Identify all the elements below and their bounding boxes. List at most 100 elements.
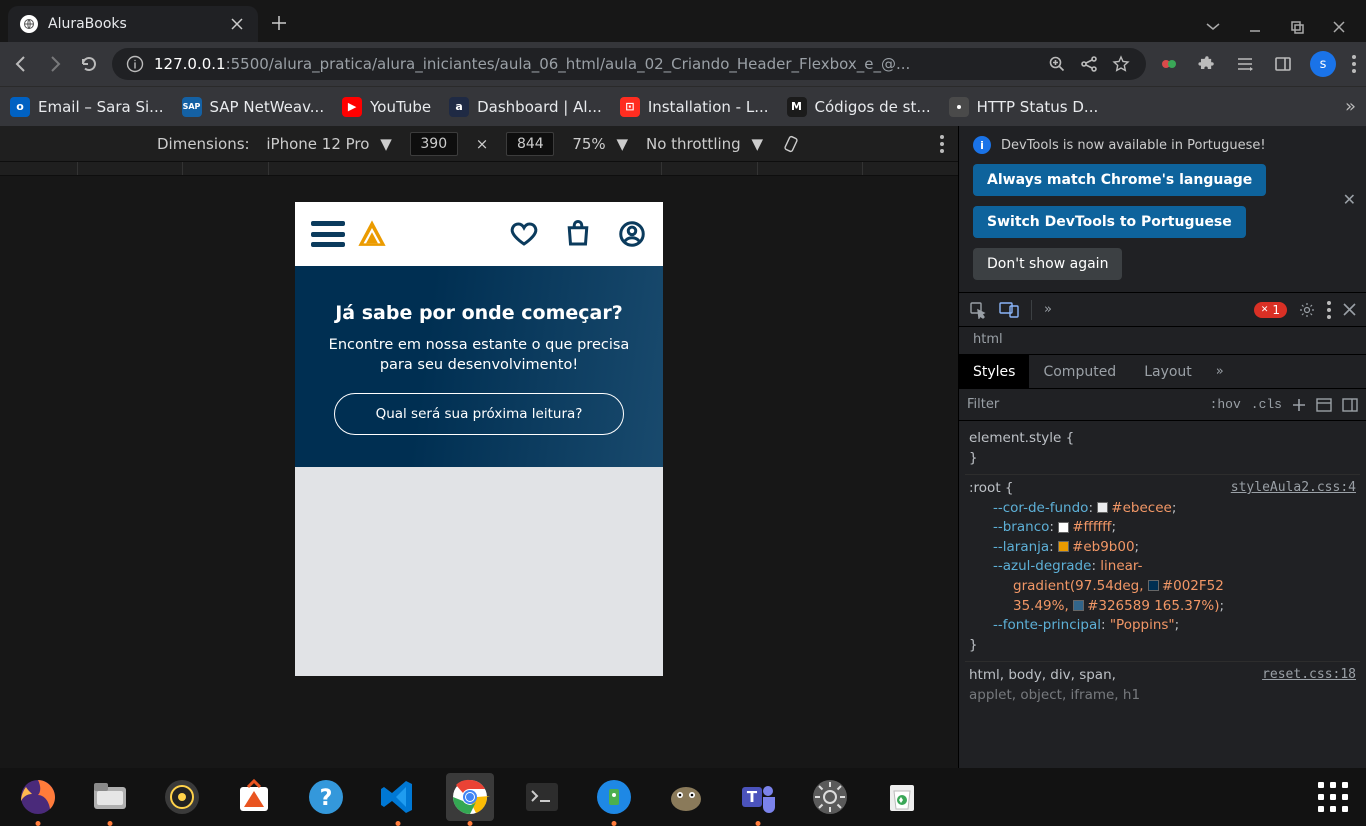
app-trash[interactable] [878,773,926,821]
app-terminal[interactable] [518,773,566,821]
elements-breadcrumb[interactable]: html [959,327,1366,355]
hamburger-menu-button[interactable] [311,221,345,247]
window-controls [1206,20,1352,34]
url-text: 127.0.0.1:5500/alura_pratica/alura_inici… [154,55,1036,73]
svg-text:?: ? [320,786,333,811]
source-link[interactable]: styleAula2.css:4 [1231,479,1356,498]
zoom-selector[interactable]: 75% ▼ [572,135,628,153]
throttling-selector[interactable]: No throttling ▼ [646,135,763,153]
new-style-rule-button[interactable] [1292,398,1306,412]
side-panel-icon[interactable] [1272,53,1294,75]
reload-button[interactable] [78,53,100,75]
toolbar-actions: s [1158,51,1356,77]
bag-icon[interactable] [563,219,593,249]
window-close-button[interactable] [1332,20,1352,34]
devtools-toolbar: » 1 [959,293,1366,327]
tab-styles[interactable]: Styles [959,355,1029,388]
bookmark-item[interactable]: aDashboard | Al... [449,97,602,117]
tabs-overflow-button[interactable]: » [1216,355,1224,388]
browser-tab-active[interactable]: AluraBooks [8,6,258,42]
app-files[interactable] [86,773,134,821]
zoom-icon[interactable] [1046,53,1068,75]
bookmark-item[interactable]: oEmail – Sara Si... [10,97,164,117]
window-dropdown-icon[interactable] [1206,23,1226,31]
always-match-language-button[interactable]: Always match Chrome's language [973,164,1266,196]
address-bar[interactable]: 127.0.0.1:5500/alura_pratica/alura_inici… [112,48,1146,80]
css-rule[interactable]: element.style { } [965,425,1360,475]
rotate-icon[interactable] [781,134,801,154]
content-area: Dimensions: iPhone 12 Pro ▼ 390 × 844 75… [0,126,1366,768]
profile-icon[interactable] [617,219,647,249]
nav-back-button[interactable] [10,53,32,75]
bookmarks-overflow-button[interactable]: » [1345,96,1356,117]
app-gimp[interactable] [662,773,710,821]
styles-tabs: Styles Computed Layout » [959,355,1366,389]
profile-avatar[interactable]: s [1310,51,1336,77]
source-link[interactable]: reset.css:18 [1262,666,1356,685]
styles-filter-input[interactable]: Filter [967,397,1200,412]
nav-forward-button[interactable] [44,53,66,75]
media-control-icon[interactable] [1234,53,1256,75]
toggle-rendering-icon[interactable] [1342,398,1358,412]
bookmark-item[interactable]: HTTP Status D... [949,97,1099,117]
device-toolbar: Dimensions: iPhone 12 Pro ▼ 390 × 844 75… [0,126,958,162]
window-minimize-button[interactable] [1248,20,1268,34]
hero-subtitle: Encontre em nossa estante o que precisa … [317,336,641,375]
hero-section: Já sabe por onde começar? Encontre em no… [295,266,663,467]
chrome-menu-button[interactable] [1352,55,1356,73]
app-vscode[interactable] [374,773,422,821]
panel-overflow-button[interactable]: » [1044,302,1052,317]
tab-layout[interactable]: Layout [1130,355,1206,388]
app-teams[interactable]: T [734,773,782,821]
device-height-input[interactable]: 844 [506,132,554,156]
toggle-cls-button[interactable]: .cls [1251,397,1282,412]
device-menu-button[interactable] [940,135,944,153]
bookmark-item[interactable]: MCódigos de st... [787,97,931,117]
devtools-language-banner: i DevTools is now available in Portugues… [959,126,1366,293]
site-info-icon[interactable] [126,55,144,73]
app-settings[interactable] [806,773,854,821]
dont-show-again-button[interactable]: Don't show again [973,248,1122,280]
app-chrome[interactable] [446,773,494,821]
inspect-element-button[interactable] [969,301,987,319]
css-rule[interactable]: styleAula2.css:4 :root { --cor-de-fundo:… [965,475,1360,662]
hero-title: Já sabe por onde começar? [335,302,623,324]
device-width-input[interactable]: 390 [410,132,458,156]
tab-computed[interactable]: Computed [1029,355,1130,388]
bookmark-star-icon[interactable] [1110,53,1132,75]
extensions-icon[interactable] [1196,53,1218,75]
hero-search-input[interactable]: Qual será sua próxima leitura? [334,393,624,435]
close-banner-button[interactable]: ✕ [1343,190,1356,209]
device-selector[interactable]: Dimensions: iPhone 12 Pro ▼ [157,135,392,153]
bookmark-item[interactable]: ⊡Installation - L... [620,97,769,117]
device-ruler [0,162,958,176]
app-software[interactable] [230,773,278,821]
app-help[interactable]: ? [302,773,350,821]
banner-message: DevTools is now available in Portuguese! [1001,138,1266,153]
switch-language-button[interactable]: Switch DevTools to Portuguese [973,206,1246,238]
app-keyring[interactable] [590,773,638,821]
error-count-badge[interactable]: 1 [1254,302,1287,318]
devtools-menu-button[interactable] [1327,301,1331,319]
close-devtools-button[interactable] [1343,303,1356,316]
device-toggle-button[interactable] [999,302,1019,318]
new-tab-button[interactable] [264,8,294,38]
browser-toolbar: 127.0.0.1:5500/alura_pratica/alura_inici… [0,42,1366,86]
window-maximize-button[interactable] [1290,20,1310,34]
devtools-panel: i DevTools is now available in Portugues… [958,126,1366,768]
toggle-hov-button[interactable]: :hov [1210,397,1241,412]
bookmark-item[interactable]: ▶YouTube [342,97,431,117]
css-rules-pane[interactable]: element.style { } styleAula2.css:4 :root… [959,421,1366,768]
app-firefox[interactable] [14,773,62,821]
css-rule[interactable]: reset.css:18 html, body, div, span, appl… [965,662,1360,711]
close-tab-button[interactable] [228,15,246,33]
app-drawer-button[interactable] [1318,782,1348,812]
computed-styles-icon[interactable] [1316,398,1332,412]
app-rhythmbox[interactable] [158,773,206,821]
settings-gear-icon[interactable] [1299,302,1315,318]
bookmark-item[interactable]: SAPSAP NetWeav... [182,97,325,117]
favorites-icon[interactable] [509,219,539,249]
share-icon[interactable] [1078,53,1100,75]
browser-tabstrip: AluraBooks [0,0,1366,42]
extension-raindrop-icon[interactable] [1158,53,1180,75]
